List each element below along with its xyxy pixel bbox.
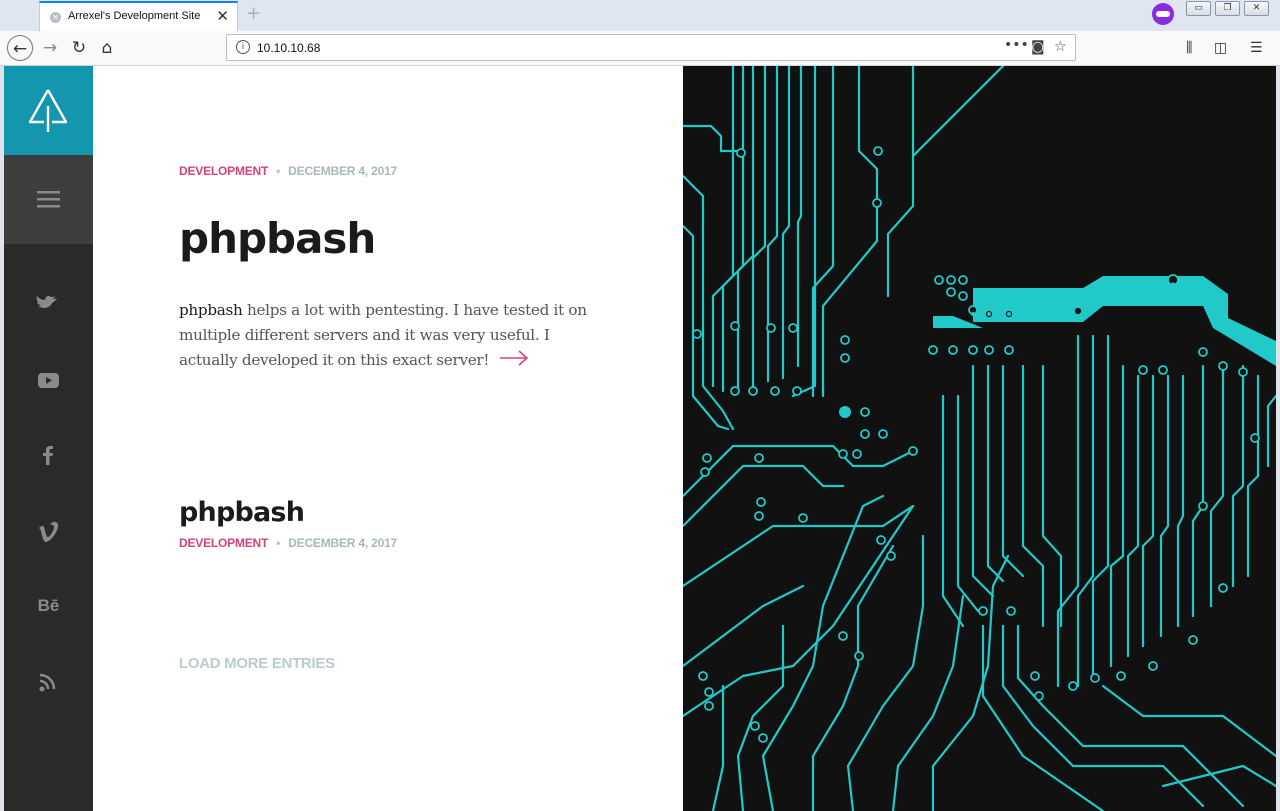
meta-separator: • bbox=[276, 164, 281, 178]
post-category-link[interactable]: DEVELOPMENT bbox=[179, 536, 268, 550]
post-category-link[interactable]: DEVELOPMENT bbox=[179, 164, 268, 178]
rss-icon bbox=[39, 673, 56, 692]
site-info-icon[interactable]: i bbox=[236, 40, 250, 54]
page-viewport: Bē DEVELOPMENT • DECEMBER 4, 2017 phpbash … bbox=[4, 66, 1276, 811]
browser-tab[interactable]: ✕ Arrexel's Development Site ✕ bbox=[39, 1, 238, 31]
new-tab-button[interactable]: + bbox=[246, 3, 261, 24]
tree-icon bbox=[28, 89, 68, 132]
reload-button[interactable]: ↻ bbox=[66, 35, 92, 61]
page-actions-icon[interactable]: ••• bbox=[1004, 37, 1029, 53]
site-favicon-icon: ✕ bbox=[50, 12, 61, 23]
home-button[interactable]: ⌂ bbox=[94, 35, 120, 61]
url-text[interactable]: 10.10.10.68 bbox=[257, 41, 320, 55]
site-sidebar: Bē bbox=[4, 66, 93, 811]
url-bar[interactable]: i 10.10.10.68 ••• ◙ ☆ bbox=[226, 34, 1076, 61]
load-more-button[interactable]: LOAD MORE ENTRIES bbox=[179, 655, 335, 672]
circuit-board-image bbox=[681, 66, 1276, 811]
post-title[interactable]: phpbash bbox=[179, 214, 376, 263]
facebook-link[interactable] bbox=[4, 444, 93, 470]
post-date: DECEMBER 4, 2017 bbox=[288, 536, 398, 550]
post-excerpt: phpbash helps a lot with pentesting. I h… bbox=[179, 298, 609, 374]
tab-close-button[interactable]: ✕ bbox=[216, 7, 229, 25]
vimeo-link[interactable] bbox=[4, 521, 93, 547]
nav-toolbar: ← → ↻ ⌂ i 10.10.10.68 ••• ◙ ☆ ⫼ ◫ ☰ bbox=[0, 31, 1280, 66]
post-title[interactable]: phpbash bbox=[179, 497, 305, 528]
pocket-icon[interactable]: ◙ bbox=[1031, 39, 1045, 55]
minimize-button[interactable]: ▭ bbox=[1186, 1, 1211, 16]
vimeo-icon bbox=[39, 521, 59, 542]
behance-icon: Bē bbox=[37, 596, 60, 615]
back-button[interactable]: ← bbox=[7, 35, 33, 61]
post-meta: DEVELOPMENT • DECEMBER 4, 2017 bbox=[179, 164, 397, 178]
maximize-button[interactable]: ❐ bbox=[1215, 1, 1240, 16]
hero-circuit-image bbox=[681, 66, 1276, 811]
forward-button[interactable]: → bbox=[37, 35, 63, 61]
library-icon[interactable]: ⫼ bbox=[1186, 40, 1192, 56]
private-browsing-icon bbox=[1152, 3, 1174, 25]
meta-separator: • bbox=[276, 536, 281, 550]
menu-button[interactable] bbox=[4, 155, 93, 244]
excerpt-lead: phpbash bbox=[179, 301, 243, 319]
twitter-icon bbox=[36, 296, 57, 308]
post-meta: DEVELOPMENT • DECEMBER 4, 2017 bbox=[179, 536, 397, 550]
menu-icon bbox=[37, 191, 60, 208]
window-close-button[interactable]: ✕ bbox=[1244, 1, 1269, 16]
tab-bar: ✕ Arrexel's Development Site ✕ + ▭ ❐ ✕ bbox=[0, 0, 1280, 31]
twitter-link[interactable] bbox=[4, 293, 93, 319]
bookmark-star-icon[interactable]: ☆ bbox=[1054, 39, 1067, 55]
behance-link[interactable]: Bē bbox=[4, 596, 93, 616]
site-logo[interactable] bbox=[4, 66, 93, 155]
youtube-link[interactable] bbox=[4, 369, 93, 395]
youtube-icon bbox=[38, 373, 59, 388]
sidebar-toggle-icon[interactable]: ◫ bbox=[1214, 40, 1227, 56]
post-date: DECEMBER 4, 2017 bbox=[288, 164, 398, 178]
posts-column: DEVELOPMENT • DECEMBER 4, 2017 phpbash php… bbox=[93, 66, 683, 811]
rss-link[interactable] bbox=[4, 672, 93, 698]
facebook-icon bbox=[43, 446, 53, 465]
read-more-arrow-icon[interactable] bbox=[499, 349, 529, 374]
tab-title: Arrexel's Development Site bbox=[68, 10, 201, 22]
app-menu-icon[interactable]: ☰ bbox=[1250, 40, 1263, 56]
